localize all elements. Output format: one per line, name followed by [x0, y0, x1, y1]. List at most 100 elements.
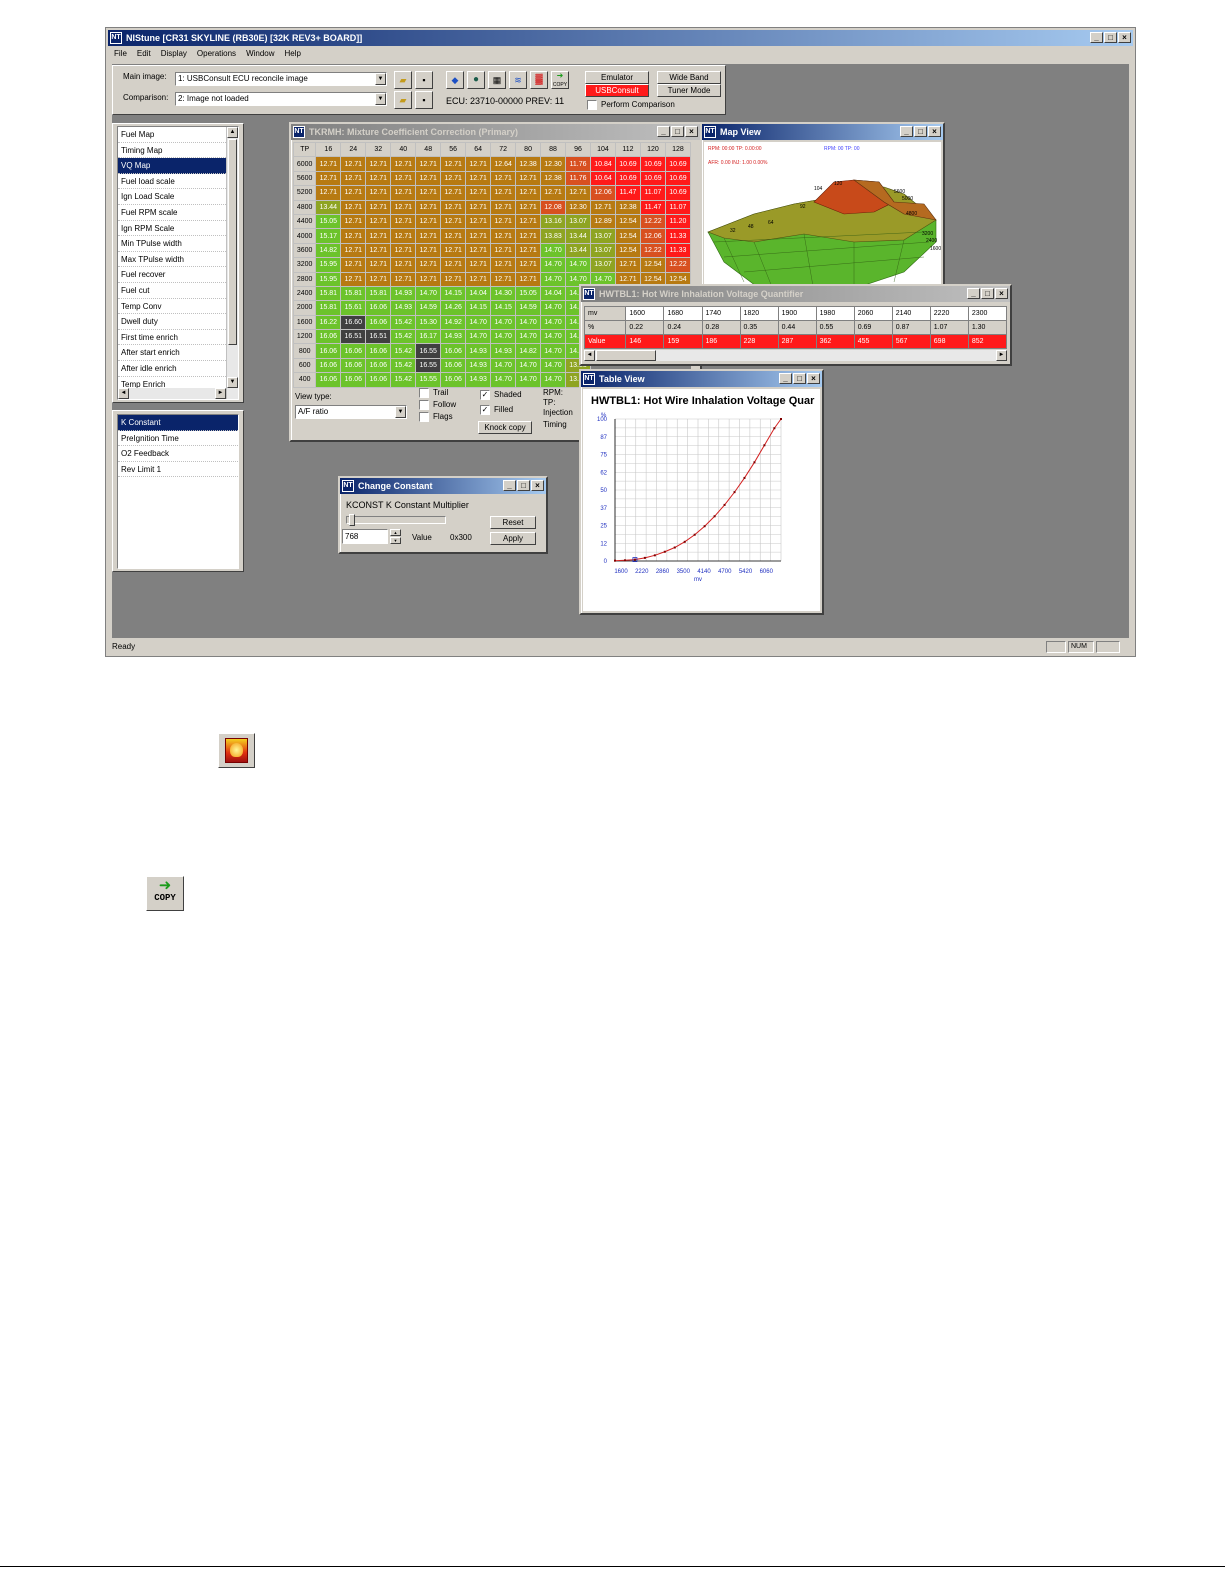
grid-cell[interactable]: 12.71	[540, 185, 567, 201]
grid-cell[interactable]: 12.71	[515, 271, 542, 287]
grid-cell[interactable]: 11.47	[614, 185, 641, 201]
grid-cell[interactable]: 16.06	[315, 343, 342, 359]
grid-cell[interactable]: 14.59	[415, 300, 442, 316]
menu-operations[interactable]: Operations	[197, 47, 236, 61]
grid-cell[interactable]: 15.42	[390, 372, 417, 388]
grid-cell[interactable]: 14.70	[515, 372, 542, 388]
chevron-down-icon[interactable]: ▼	[375, 93, 386, 105]
table-cell[interactable]: 362	[815, 334, 855, 349]
grid-cell[interactable]: 11.20	[664, 213, 692, 230]
table-cell[interactable]: 1.30	[967, 320, 1008, 335]
grid-cell[interactable]: 15.61	[340, 300, 367, 316]
app-titlebar[interactable]: NT NIStune [CR31 SKYLINE (RB30E) [32K RE…	[108, 30, 1133, 46]
grid-cell[interactable]: 16.06	[440, 343, 467, 359]
table-cell[interactable]: 455	[853, 334, 893, 349]
grid-cell[interactable]: 12.71	[465, 228, 492, 244]
grid-cell[interactable]: 12.71	[390, 199, 417, 215]
spin-up-icon[interactable]: ▲	[390, 529, 401, 536]
grid-cell[interactable]: 12.06	[639, 228, 666, 244]
map-list-item[interactable]: Min TPulse width	[118, 236, 228, 252]
grid-cell[interactable]: 12.71	[315, 156, 342, 172]
grid-cell[interactable]: 12.71	[365, 271, 392, 287]
grid-cell[interactable]: 12.06	[590, 185, 616, 201]
table-cell[interactable]: 698	[929, 334, 969, 349]
grid-cell[interactable]: 14.70	[415, 285, 442, 302]
minimize-button[interactable]: _	[779, 373, 792, 384]
grid-cell[interactable]: 12.71	[365, 185, 392, 201]
grid-cell[interactable]: 14.93	[465, 343, 492, 359]
minimize-button[interactable]: _	[503, 480, 516, 491]
table-view-titlebar[interactable]: NT Table View _ □ ×	[581, 371, 822, 387]
table-cell[interactable]: 0.69	[853, 320, 893, 335]
grid-cell[interactable]: 16.51	[340, 329, 367, 345]
grid-cell[interactable]: 12.71	[515, 257, 542, 273]
grid-cell[interactable]: 13.07	[590, 228, 616, 244]
grid-cell[interactable]: 12.71	[440, 185, 467, 201]
grid-cell[interactable]: 12.71	[340, 156, 367, 172]
grid-cell[interactable]: 10.69	[639, 170, 666, 187]
grid-cell[interactable]: 10.84	[590, 156, 616, 172]
minimize-button[interactable]: _	[1090, 32, 1103, 43]
grid-cell[interactable]: 12.71	[440, 156, 467, 172]
grid-cell[interactable]: 12.71	[415, 271, 442, 287]
grid-cell[interactable]: 12.71	[515, 199, 542, 215]
grid-cell[interactable]: 16.17	[415, 329, 442, 345]
grid-cell[interactable]: 16.06	[340, 357, 367, 374]
hwtbl1-titlebar[interactable]: NT HWTBL1: Hot Wire Inhalation Voltage Q…	[581, 286, 1010, 302]
close-button[interactable]: ×	[531, 480, 544, 491]
menu-file[interactable]: File	[114, 47, 127, 61]
table-cell[interactable]: 2220	[929, 306, 969, 321]
scroll-left-icon[interactable]: ◄	[118, 388, 129, 399]
grid-cell[interactable]: 14.82	[515, 343, 542, 359]
grid-cell[interactable]: 14.15	[440, 285, 467, 302]
table-cell[interactable]: 2060	[853, 306, 893, 321]
grid-cell[interactable]: 12.71	[390, 156, 417, 172]
follow-checkbox[interactable]	[419, 400, 429, 410]
grid-cell[interactable]: 12.71	[390, 228, 417, 244]
maps-hscrollbar[interactable]: ◄ ►	[118, 388, 226, 399]
emulator-button[interactable]: Emulator	[585, 71, 649, 84]
grid-cell[interactable]: 12.71	[515, 185, 542, 201]
filled-checkbox[interactable]: ✓	[480, 405, 490, 415]
constant-list-item[interactable]: Rev Limit 1	[118, 462, 238, 478]
grid-cell[interactable]: 15.05	[515, 285, 542, 302]
grid-cell[interactable]: 14.93	[490, 343, 517, 359]
grid-cell[interactable]: 12.71	[490, 257, 517, 273]
grid-cell[interactable]: 15.42	[390, 357, 417, 374]
grid-cell[interactable]: 12.54	[614, 213, 641, 230]
close-button[interactable]: ×	[928, 126, 941, 137]
grid-cell[interactable]: 12.71	[515, 228, 542, 244]
grid-cell[interactable]: 12.71	[440, 170, 467, 187]
constant-list-item[interactable]: K Constant	[118, 415, 238, 431]
usbconsult-button[interactable]: USBConsult	[585, 84, 649, 97]
table-cell[interactable]: 852	[967, 334, 1008, 349]
menu-help[interactable]: Help	[285, 47, 301, 61]
sensor-globe-icon[interactable]: ●	[467, 71, 485, 89]
table-cell[interactable]: 0.87	[891, 320, 931, 335]
grid-cell[interactable]: 14.70	[540, 372, 567, 388]
grid-cell[interactable]: 13.83	[540, 228, 567, 244]
constant-value-input[interactable]: 768	[342, 529, 388, 544]
map-grid-icon[interactable]: ▦	[488, 71, 506, 89]
map-list-item[interactable]: Ign Load Scale	[118, 189, 228, 205]
grid-cell[interactable]: 12.71	[315, 170, 342, 187]
grid-cell[interactable]: 13.44	[315, 199, 342, 215]
grid-cell[interactable]: 12.71	[490, 185, 517, 201]
grid-cell[interactable]: 14.70	[565, 257, 591, 273]
grid-cell[interactable]: 12.30	[540, 156, 567, 172]
grid-cell[interactable]: 14.30	[490, 285, 517, 302]
grid-cell[interactable]: 15.81	[315, 300, 342, 316]
table-cell[interactable]: 0.35	[739, 320, 779, 335]
grid-cell[interactable]: 12.71	[365, 170, 392, 187]
table-cell[interactable]: 567	[891, 334, 931, 349]
change-constant-titlebar[interactable]: NT Change Constant _ □ ×	[340, 478, 546, 494]
grid-cell[interactable]: 15.05	[315, 213, 342, 230]
grid-cell[interactable]: 10.69	[664, 170, 692, 187]
grid-cell[interactable]: 10.69	[639, 156, 666, 172]
grid-cell[interactable]: 16.06	[340, 343, 367, 359]
table-cell[interactable]: 146	[625, 334, 665, 349]
grid-cell[interactable]: 16.06	[365, 343, 392, 359]
reset-button[interactable]: Reset	[490, 516, 536, 529]
grid-cell[interactable]: 13.07	[590, 257, 616, 273]
grid-cell[interactable]: 14.70	[465, 329, 492, 345]
